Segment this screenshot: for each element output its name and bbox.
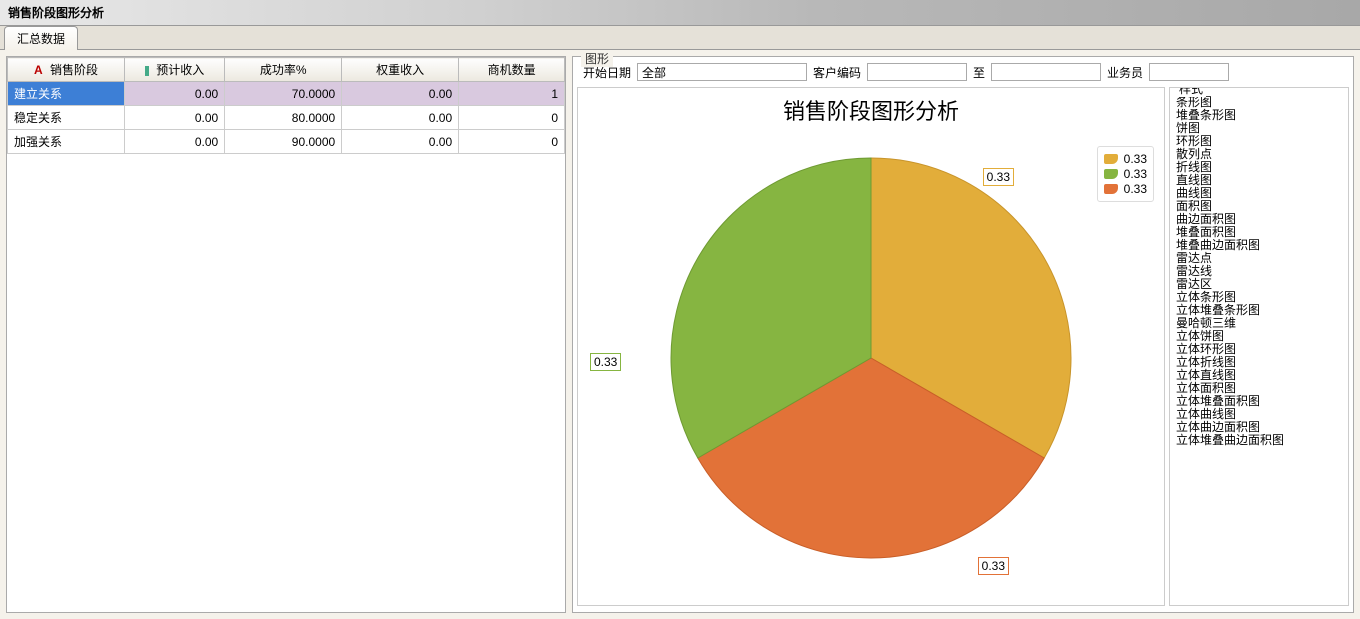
- swatch-icon: [1104, 184, 1118, 194]
- legend-text: 0.33: [1124, 167, 1147, 181]
- cell-stage: 加强关系: [8, 130, 125, 154]
- table-row[interactable]: 建立关系 0.00 70.0000 0.00 1: [8, 82, 565, 106]
- pie-chart: [651, 138, 1091, 578]
- data-table: A 销售阶段 预计收入 成功率% 权重收入 商机数量 建立关系 0.00 7: [7, 57, 565, 154]
- chart-panel: 图形 开始日期 客户编码 至 业务员 销售阶段图形分析 0.33: [572, 56, 1354, 613]
- style-box-legend: 样式: [1176, 87, 1206, 97]
- cell-weighted: 0.00: [342, 130, 459, 154]
- data-panel: A 销售阶段 预计收入 成功率% 权重收入 商机数量 建立关系 0.00 7: [6, 56, 566, 613]
- cell-weighted: 0.00: [342, 106, 459, 130]
- style-list-item[interactable]: 立体堆叠曲边面积图: [1176, 434, 1342, 447]
- cell-stage: 稳定关系: [8, 106, 125, 130]
- sort-icon: A: [34, 63, 43, 77]
- table-row[interactable]: 稳定关系 0.00 80.0000 0.00 0: [8, 106, 565, 130]
- cell-expected: 0.00: [124, 130, 224, 154]
- salesperson-input[interactable]: [1149, 63, 1229, 81]
- cell-expected: 0.00: [124, 106, 224, 130]
- col-expected[interactable]: 预计收入: [124, 58, 224, 82]
- window-title: 销售阶段图形分析: [8, 4, 104, 21]
- cell-rate: 70.0000: [225, 82, 342, 106]
- legend-item[interactable]: 0.33: [1104, 167, 1147, 181]
- data-label: 0.33: [590, 353, 621, 371]
- data-label: 0.33: [983, 168, 1014, 186]
- salesperson-label: 业务员: [1107, 64, 1143, 81]
- style-list-item[interactable]: 堆叠条形图: [1176, 109, 1342, 122]
- col-opp[interactable]: 商机数量: [459, 58, 565, 82]
- filter-row: 开始日期 客户编码 至 业务员: [573, 57, 1353, 87]
- chart-panel-legend: 图形: [581, 50, 613, 67]
- cell-opp: 0: [459, 130, 565, 154]
- legend-item[interactable]: 0.33: [1104, 182, 1147, 196]
- cust-code-input[interactable]: [867, 63, 967, 81]
- cell-weighted: 0.00: [342, 82, 459, 106]
- to-input[interactable]: [991, 63, 1101, 81]
- chart-box: 销售阶段图形分析 0.33 0.33 0.33: [577, 87, 1165, 606]
- chart-legend: 0.33 0.33 0.33: [1097, 146, 1154, 202]
- col-rate[interactable]: 成功率%: [225, 58, 342, 82]
- cell-rate: 90.0000: [225, 130, 342, 154]
- cust-code-label: 客户编码: [813, 64, 861, 81]
- chart-title: 销售阶段图形分析: [578, 88, 1164, 126]
- swatch-icon: [1104, 154, 1118, 164]
- style-box: 样式 条形图堆叠条形图饼图环形图散列点折线图直线图曲线图面积图曲边面积图堆叠面积…: [1169, 87, 1349, 606]
- table-header-row: A 销售阶段 预计收入 成功率% 权重收入 商机数量: [8, 58, 565, 82]
- col-stage[interactable]: A 销售阶段: [8, 58, 125, 82]
- legend-text: 0.33: [1124, 152, 1147, 166]
- cell-stage: 建立关系: [8, 82, 125, 106]
- cell-opp: 1: [459, 82, 565, 106]
- right-body: 销售阶段图形分析 0.33 0.33 0.33: [573, 87, 1353, 610]
- window-title-bar: 销售阶段图形分析: [0, 0, 1360, 26]
- legend-item[interactable]: 0.33: [1104, 152, 1147, 166]
- cell-rate: 80.0000: [225, 106, 342, 130]
- tab-summary[interactable]: 汇总数据: [4, 26, 78, 50]
- start-date-input[interactable]: [637, 63, 807, 81]
- legend-text: 0.33: [1124, 182, 1147, 196]
- to-label: 至: [973, 64, 985, 81]
- tab-label: 汇总数据: [17, 32, 65, 46]
- content-area: A 销售阶段 预计收入 成功率% 权重收入 商机数量 建立关系 0.00 7: [0, 50, 1360, 619]
- swatch-icon: [1104, 169, 1118, 179]
- cell-opp: 0: [459, 106, 565, 130]
- col-weighted[interactable]: 权重收入: [342, 58, 459, 82]
- cell-expected: 0.00: [124, 82, 224, 106]
- style-list: 条形图堆叠条形图饼图环形图散列点折线图直线图曲线图面积图曲边面积图堆叠面积图堆叠…: [1170, 88, 1348, 455]
- tabs-bar: 汇总数据: [0, 26, 1360, 50]
- bar-icon: [145, 66, 149, 76]
- table-row[interactable]: 加强关系 0.00 90.0000 0.00 0: [8, 130, 565, 154]
- data-label: 0.33: [978, 557, 1009, 575]
